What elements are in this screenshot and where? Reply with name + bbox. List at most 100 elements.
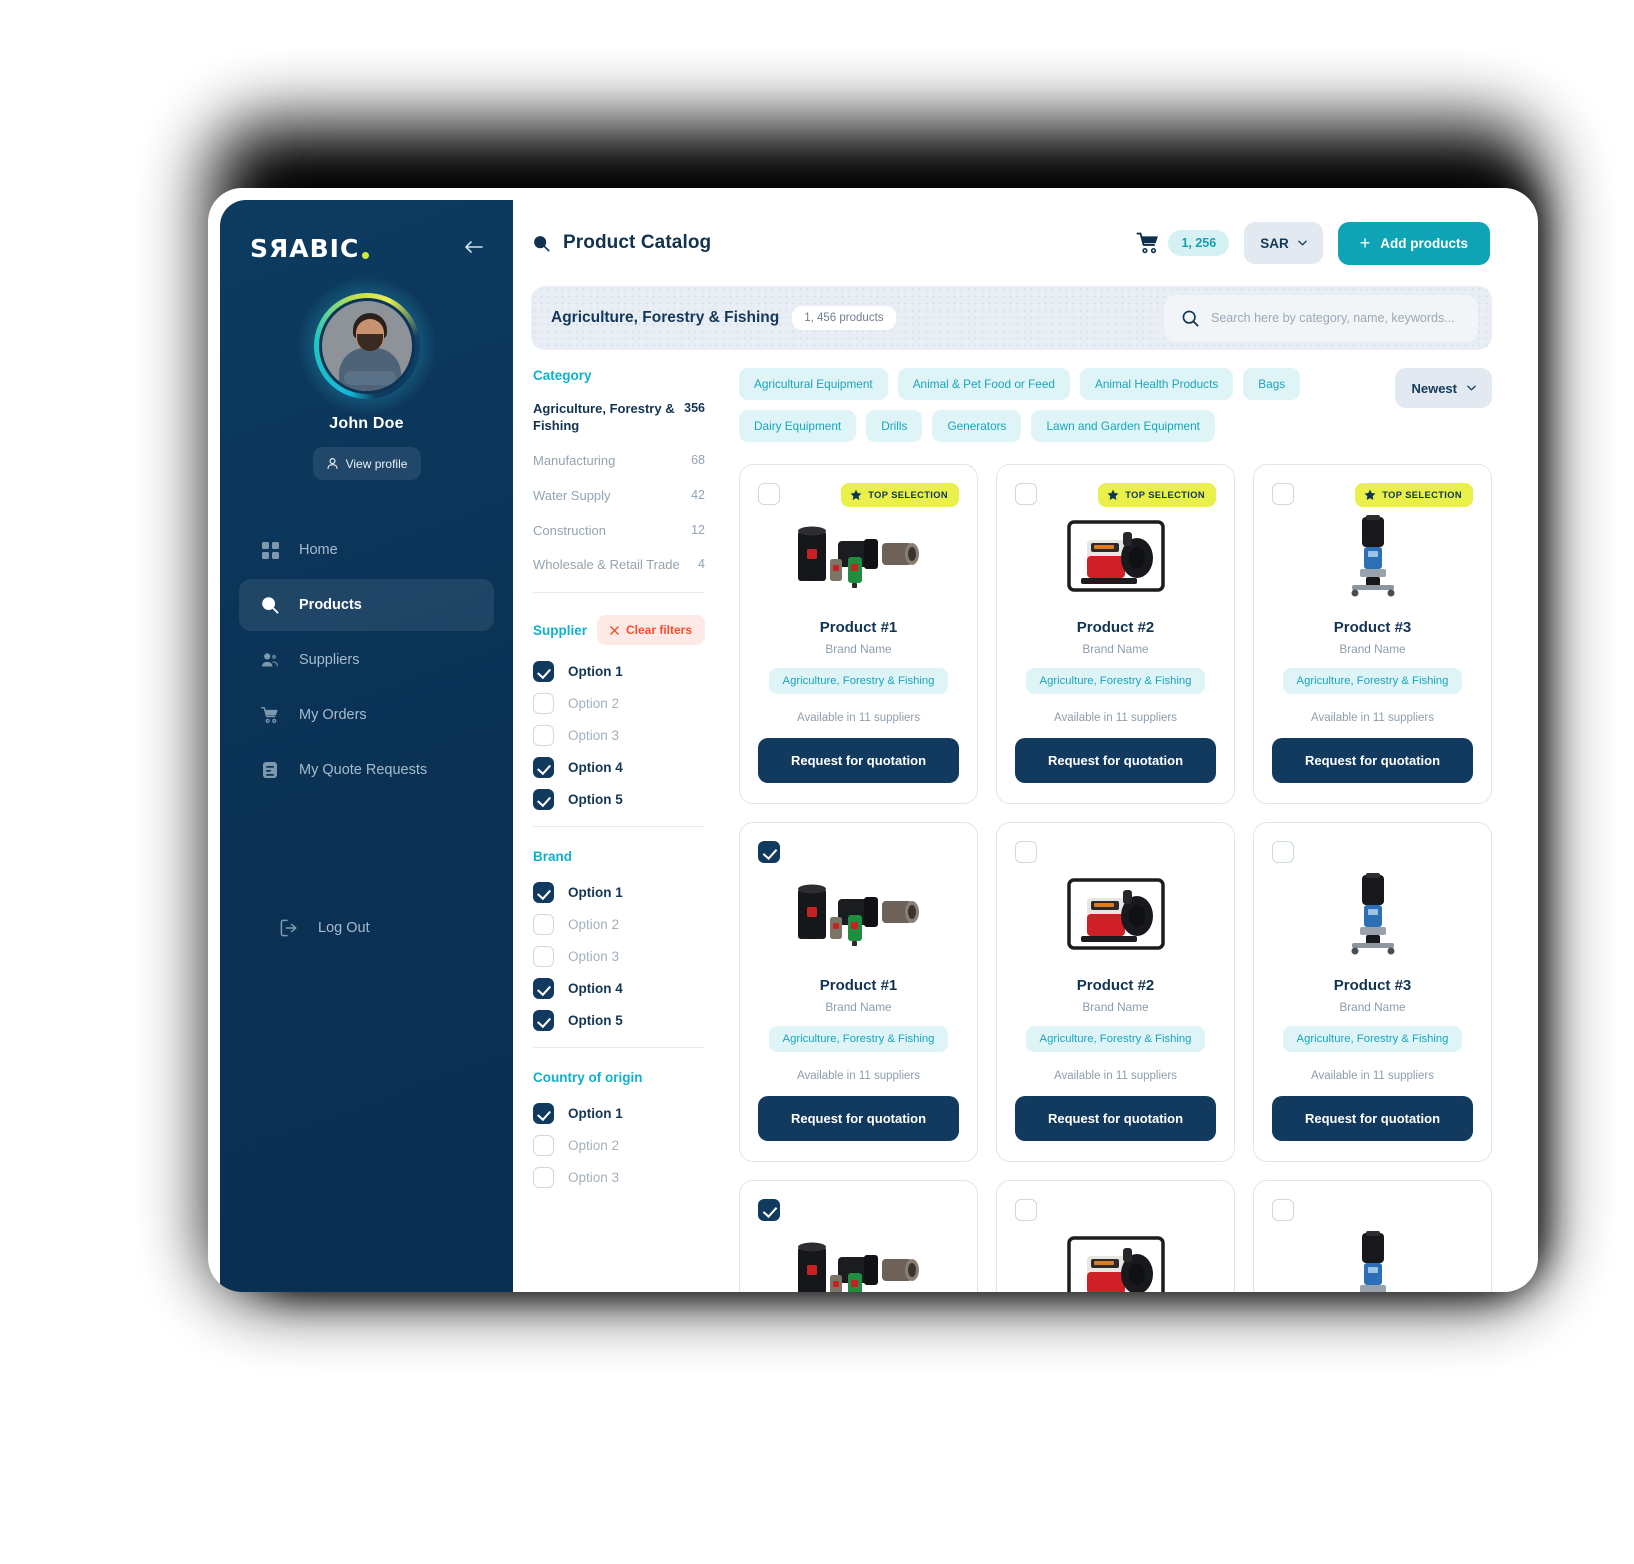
checkbox[interactable]	[533, 882, 554, 904]
supplier-option-row[interactable]: Option 4	[533, 757, 705, 779]
product-card[interactable]: Product #2 Brand Name Agriculture, Fores…	[996, 822, 1235, 1162]
brand-option-row[interactable]: Option 1	[533, 882, 705, 904]
supplier-option-row[interactable]: Option 3	[533, 725, 705, 747]
product-select-checkbox[interactable]	[1272, 841, 1294, 863]
option-label: Option 5	[568, 792, 623, 808]
request-for-quotation-button[interactable]: Request for quotation	[1015, 1096, 1216, 1141]
product-select-checkbox[interactable]	[1015, 841, 1037, 863]
product-card[interactable]: TOP SELECTION	[1253, 464, 1492, 804]
sidebar-item-suppliers[interactable]: Suppliers	[239, 634, 494, 686]
avatar	[297, 277, 436, 415]
product-select-checkbox[interactable]	[1272, 483, 1294, 505]
product-select-checkbox[interactable]	[1015, 483, 1037, 505]
chip-generators[interactable]: Generators	[932, 410, 1022, 442]
search-icon	[1182, 310, 1199, 327]
logo-text: SЯABIC	[250, 234, 360, 263]
brand-option-row[interactable]: Option 4	[533, 978, 705, 1000]
checkbox[interactable]	[533, 1167, 554, 1189]
sidebar-item-my-quote-requests[interactable]: My Quote Requests	[239, 744, 494, 796]
category-filter-row[interactable]: Water Supply 42	[533, 488, 705, 505]
chip-drills[interactable]: Drills	[866, 410, 923, 442]
sidebar-item-label: My Quote Requests	[299, 762, 428, 778]
sidebar-collapse-button[interactable]	[464, 239, 483, 258]
cart-icon	[261, 706, 279, 724]
chip-lawn-and-garden-equipment[interactable]: Lawn and Garden Equipment	[1031, 410, 1215, 442]
sidebar-item-logout[interactable]: Log Out	[258, 902, 392, 954]
brand-option-row[interactable]: Option 3	[533, 946, 705, 968]
sidebar-item-home[interactable]: Home	[239, 524, 494, 576]
product-card[interactable]: Product #1 Brand Name Agriculture, Fores…	[739, 822, 978, 1162]
checkbox[interactable]	[533, 946, 554, 968]
country-option-row[interactable]: Option 3	[533, 1167, 705, 1189]
product-card[interactable]: Product #1 Brand Name	[739, 1180, 978, 1292]
sidebar-item-products[interactable]: Products	[239, 579, 494, 631]
logout-icon	[280, 919, 298, 937]
chip-animal-pet-food-or-feed[interactable]: Animal & Pet Food or Feed	[897, 368, 1070, 400]
product-card[interactable]: TOP SELECTION	[739, 464, 978, 804]
sort-dropdown[interactable]: Newest	[1395, 368, 1492, 408]
chip-bags[interactable]: Bags	[1243, 368, 1301, 400]
product-card[interactable]: Product #3 Brand Name	[1253, 1180, 1492, 1292]
checkbox[interactable]	[533, 1103, 554, 1125]
clear-filters-button[interactable]: Clear filters	[596, 615, 705, 646]
request-for-quotation-button[interactable]: Request for quotation	[758, 1096, 959, 1141]
search-input[interactable]	[1211, 311, 1460, 325]
checkbox[interactable]	[533, 757, 554, 779]
product-card[interactable]: TOP SELECTION	[996, 464, 1235, 804]
page-title-group: Product Catalog	[533, 232, 711, 254]
product-card[interactable]: Product #3 Brand Name Agriculture, Fores…	[1253, 822, 1492, 1162]
product-card-top	[1272, 1199, 1473, 1225]
view-profile-label: View profile	[345, 456, 408, 471]
product-card[interactable]: Product #2 Brand Name	[996, 1180, 1235, 1292]
supplier-option-row[interactable]: Option 1	[533, 661, 705, 683]
badge-label: TOP SELECTION	[1382, 490, 1462, 500]
product-select-checkbox[interactable]	[758, 1199, 780, 1221]
sidebar-logout-wrap: Log Out	[239, 902, 411, 957]
checkbox[interactable]	[533, 693, 554, 715]
checkbox[interactable]	[533, 661, 554, 683]
chip-agricultural-equipment[interactable]: Agricultural Equipment	[739, 368, 888, 400]
category-filter-row[interactable]: Manufacturing 68	[533, 453, 705, 470]
chip-animal-health-products[interactable]: Animal Health Products	[1079, 368, 1234, 400]
product-availability: Available in 11 suppliers	[1054, 1070, 1177, 1082]
product-select-checkbox[interactable]	[758, 841, 780, 863]
category-filter-row[interactable]: Construction 12	[533, 523, 705, 540]
checkbox[interactable]	[533, 1010, 554, 1032]
checkbox[interactable]	[533, 1135, 554, 1157]
tablet-device-frame: SЯABIC John Doe View profile Home Produc…	[208, 188, 1538, 1292]
product-select-checkbox[interactable]	[1015, 1199, 1037, 1221]
country-option-row[interactable]: Option 2	[533, 1135, 705, 1157]
add-products-button[interactable]: + Add products	[1337, 221, 1490, 265]
category-filter-row[interactable]: Wholesale & Retail Trade 4	[533, 557, 705, 574]
top-bar-actions: 1, 256 SAR + Add products	[1136, 221, 1490, 265]
category-filter-name: Water Supply	[533, 487, 611, 503]
option-label: Option 1	[568, 1106, 623, 1122]
brand-option-row[interactable]: Option 5	[533, 1010, 705, 1032]
request-for-quotation-button[interactable]: Request for quotation	[758, 738, 959, 783]
checkbox[interactable]	[533, 789, 554, 811]
checkbox[interactable]	[533, 725, 554, 747]
product-select-checkbox[interactable]	[758, 483, 780, 505]
currency-value: SAR	[1260, 235, 1289, 251]
star-icon	[1364, 489, 1376, 500]
view-profile-button[interactable]: View profile	[312, 447, 421, 480]
checkbox[interactable]	[533, 978, 554, 1000]
request-for-quotation-button[interactable]: Request for quotation	[1272, 1096, 1473, 1141]
country-option-row[interactable]: Option 1	[533, 1103, 705, 1125]
sidebar-item-my-orders[interactable]: My Orders	[239, 689, 494, 741]
currency-selector[interactable]: SAR	[1244, 222, 1323, 264]
product-select-checkbox[interactable]	[1272, 1199, 1294, 1221]
category-filter-row[interactable]: Agriculture, Forestry & Fishing 356	[533, 401, 705, 435]
category-title: Agriculture, Forestry & Fishing	[551, 309, 780, 326]
search-box[interactable]	[1164, 294, 1478, 342]
supplier-option-row[interactable]: Option 2	[533, 693, 705, 715]
request-for-quotation-button[interactable]: Request for quotation	[1015, 738, 1216, 783]
chip-dairy-equipment[interactable]: Dairy Equipment	[739, 410, 857, 442]
brand-option-row[interactable]: Option 2	[533, 914, 705, 936]
product-name: Product #2	[1076, 619, 1155, 636]
cart-button[interactable]: 1, 256	[1136, 230, 1230, 256]
request-for-quotation-button[interactable]: Request for quotation	[1272, 738, 1473, 783]
supplier-option-row[interactable]: Option 5	[533, 789, 705, 811]
chevron-down-icon	[1467, 385, 1476, 391]
checkbox[interactable]	[533, 914, 554, 936]
